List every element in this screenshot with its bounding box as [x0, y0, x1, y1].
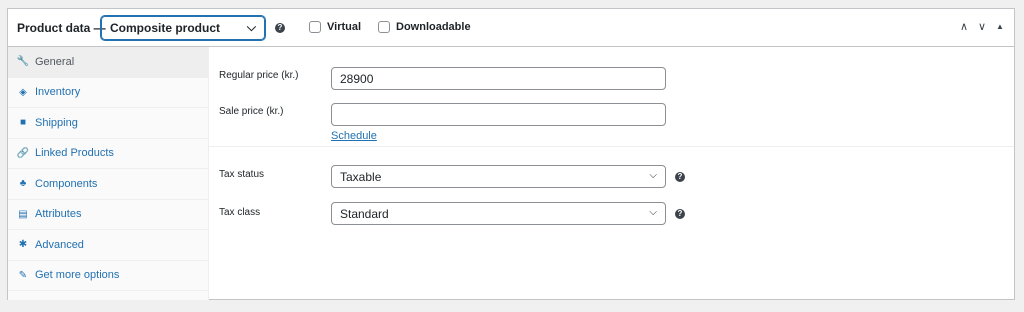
tab-label: Attributes	[35, 208, 82, 221]
general-panel: Regular price (kr.) Sale price (kr.) Sch…	[209, 47, 1014, 300]
plugin-icon: ✎	[18, 269, 28, 281]
help-icon[interactable]: ?	[675, 172, 685, 182]
chevron-down-icon: ⌵	[649, 170, 657, 181]
move-down-icon[interactable]: ∨	[976, 20, 988, 34]
chevron-down-icon: ⌵	[649, 207, 657, 218]
move-up-icon[interactable]: ∧	[958, 20, 970, 34]
sale-price-input[interactable]	[331, 103, 666, 126]
gear-icon: ✱	[18, 239, 28, 251]
virtual-checkbox-wrap[interactable]: Virtual	[309, 21, 361, 33]
tab-components[interactable]: ♣ Components	[8, 169, 208, 200]
section-divider	[209, 146, 1014, 147]
product-data-tabs: 🔧 General ◈ Inventory ■ Shipping 🔗 Linke…	[8, 47, 209, 300]
tab-label: Components	[35, 177, 98, 190]
tab-attributes[interactable]: ▤ Attributes	[8, 200, 208, 230]
tab-shipping[interactable]: ■ Shipping	[8, 108, 208, 139]
tax-status-label: Tax status	[219, 169, 265, 180]
list-icon: ▤	[18, 208, 28, 220]
product-type-select[interactable]: Composite product ⌵	[101, 16, 265, 40]
tab-get-more-options[interactable]: ✎ Get more options	[8, 261, 208, 291]
product-data-title: Product data —	[17, 21, 106, 35]
tab-advanced[interactable]: ✱ Advanced	[8, 230, 208, 261]
help-icon[interactable]: ?	[675, 209, 685, 219]
virtual-checkbox[interactable]	[309, 21, 321, 33]
truck-icon: ■	[19, 117, 27, 129]
downloadable-checkbox-wrap[interactable]: Downloadable	[378, 21, 471, 33]
tab-label: Inventory	[35, 86, 81, 99]
virtual-label: Virtual	[327, 21, 362, 33]
downloadable-label: Downloadable	[396, 21, 471, 33]
tab-label: Shipping	[35, 116, 78, 129]
product-data-panel: Product data — Composite product ⌵ ? Vir…	[7, 8, 1015, 300]
downloadable-checkbox[interactable]	[378, 21, 390, 33]
components-icon: ♣	[19, 178, 27, 190]
regular-price-label: Regular price (kr.)	[219, 70, 299, 81]
tab-label: Advanced	[35, 238, 84, 251]
sale-price-label: Sale price (kr.)	[219, 106, 284, 117]
tax-status-select[interactable]: Taxable ⌵	[331, 165, 666, 188]
chevron-down-icon: ⌵	[246, 20, 256, 34]
tab-linked-products[interactable]: 🔗 Linked Products	[8, 139, 208, 169]
toggle-panel-icon[interactable]: ▲	[994, 20, 1006, 34]
tab-label: Linked Products	[35, 147, 114, 160]
tax-status-value: Taxable	[340, 170, 382, 184]
wrench-icon: 🔧	[16, 56, 30, 68]
schedule-link[interactable]: Schedule	[331, 130, 377, 142]
tab-inventory[interactable]: ◈ Inventory	[8, 78, 208, 108]
tab-label: General	[35, 55, 75, 68]
tab-general[interactable]: 🔧 General	[8, 47, 208, 78]
regular-price-input[interactable]	[331, 67, 666, 90]
tax-class-value: Standard	[340, 207, 389, 221]
tab-label: Get more options	[35, 269, 120, 282]
panel-controls: ∧ ∨ ▲	[958, 20, 1006, 34]
tag-icon: ◈	[19, 86, 27, 98]
help-icon[interactable]: ?	[275, 23, 285, 33]
tax-class-label: Tax class	[219, 207, 261, 218]
product-type-value: Composite product	[110, 21, 220, 35]
tax-class-select[interactable]: Standard ⌵	[331, 202, 666, 225]
link-icon: 🔗	[16, 147, 30, 159]
product-data-header: Product data — Composite product ⌵ ? Vir…	[8, 9, 1014, 47]
